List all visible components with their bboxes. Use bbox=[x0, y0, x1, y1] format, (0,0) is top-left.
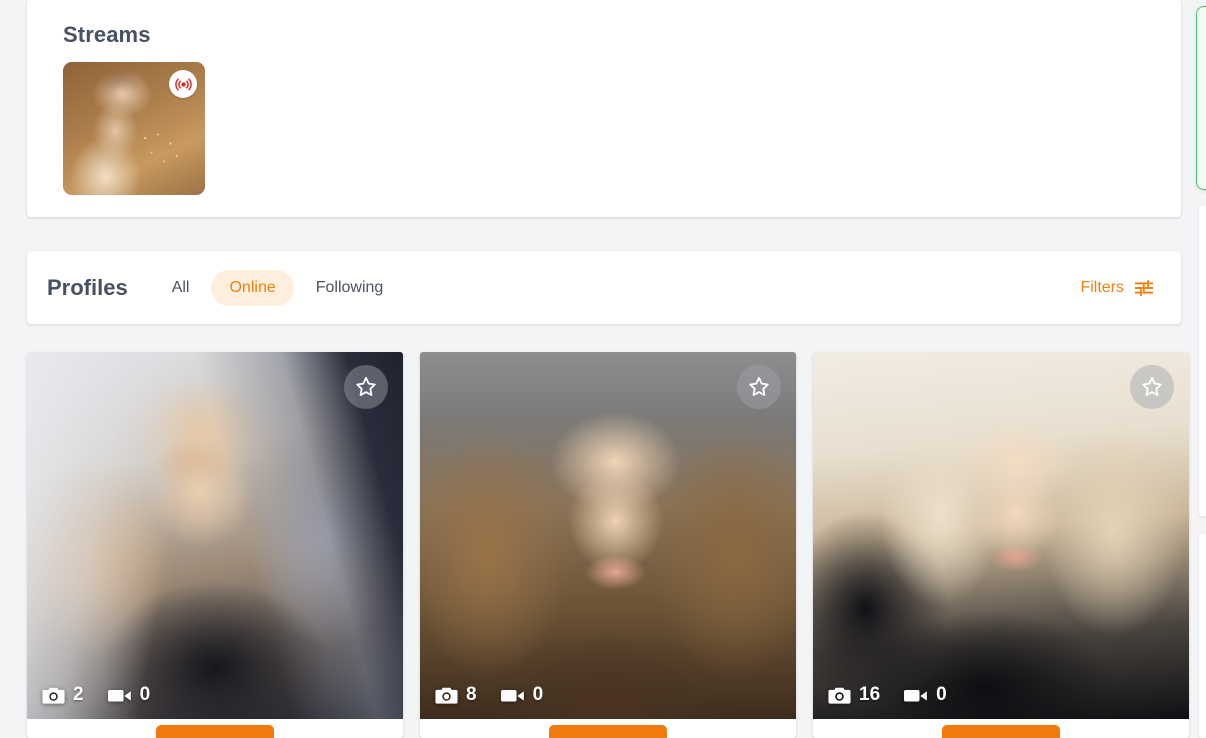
video-count-value: 0 bbox=[139, 684, 151, 705]
profile-media-counts: 16 0 bbox=[827, 684, 947, 706]
profile-cta-button[interactable] bbox=[942, 725, 1060, 738]
photo-count-value: 16 bbox=[859, 684, 881, 705]
profile-media-counts: 2 0 bbox=[41, 684, 150, 706]
profiles-grid: 2 0 8 0 16 0 bbox=[27, 352, 1189, 738]
camera-icon bbox=[828, 687, 851, 704]
profile-card-footer bbox=[813, 719, 1189, 738]
sliders-icon bbox=[1134, 279, 1154, 296]
photo-count-group: 16 bbox=[827, 684, 880, 706]
profile-media-counts: 8 0 bbox=[434, 684, 543, 706]
video-count-group: 0 bbox=[903, 684, 947, 706]
notification-toast[interactable] bbox=[1196, 6, 1206, 190]
tab-all[interactable]: All bbox=[154, 270, 208, 306]
profile-card[interactable]: 16 0 bbox=[813, 352, 1189, 738]
profile-card-footer bbox=[27, 719, 403, 738]
camera-icon bbox=[42, 687, 65, 704]
video-count-value: 0 bbox=[936, 684, 947, 705]
video-count-group: 0 bbox=[500, 684, 544, 706]
profile-photo-image bbox=[420, 352, 796, 719]
video-count-group: 0 bbox=[107, 684, 151, 706]
profile-cta-button[interactable] bbox=[549, 725, 667, 738]
profile-cta-button[interactable] bbox=[156, 725, 274, 738]
video-camera-icon bbox=[904, 689, 927, 701]
profile-photo-image bbox=[27, 352, 403, 719]
filters-button[interactable]: Filters bbox=[1080, 277, 1159, 299]
profiles-header-panel: Profiles All Online Following Filters bbox=[27, 251, 1181, 324]
star-outline-icon bbox=[749, 376, 769, 396]
app-page: Streams Profiles All Online Following Fi… bbox=[0, 0, 1206, 738]
streams-list bbox=[63, 62, 1161, 195]
favorite-button[interactable] bbox=[1130, 365, 1174, 409]
filters-button-label: Filters bbox=[1080, 278, 1124, 296]
right-sidebar-card-top[interactable] bbox=[1199, 206, 1206, 516]
favorite-button[interactable] bbox=[737, 365, 781, 409]
star-outline-icon bbox=[356, 376, 376, 396]
right-sidebar-card-bottom[interactable] bbox=[1199, 534, 1206, 738]
tab-following[interactable]: Following bbox=[298, 270, 402, 306]
profile-photo-image bbox=[813, 352, 1189, 719]
video-camera-icon bbox=[500, 689, 524, 701]
star-outline-icon bbox=[1142, 376, 1162, 396]
stream-thumbnail-card[interactable] bbox=[63, 62, 205, 195]
profile-card[interactable]: 8 0 bbox=[420, 352, 796, 738]
camera-icon bbox=[435, 687, 458, 704]
live-badge bbox=[169, 70, 197, 98]
main-content-column: Streams Profiles All Online Following Fi… bbox=[27, 0, 1181, 324]
profiles-tab-bar: All Online Following bbox=[154, 269, 402, 306]
broadcast-icon bbox=[174, 78, 192, 90]
favorite-button[interactable] bbox=[344, 365, 388, 409]
video-camera-icon bbox=[107, 689, 131, 701]
profile-photo[interactable]: 16 0 bbox=[813, 352, 1189, 719]
profile-photo[interactable]: 8 0 bbox=[420, 352, 796, 719]
photo-count-value: 8 bbox=[466, 684, 477, 705]
tab-online[interactable]: Online bbox=[211, 269, 294, 306]
profile-card-footer bbox=[420, 719, 796, 738]
photo-count-group: 2 bbox=[41, 684, 84, 706]
streams-panel: Streams bbox=[27, 0, 1181, 217]
video-count-value: 0 bbox=[532, 684, 544, 705]
profile-card[interactable]: 2 0 bbox=[27, 352, 403, 738]
photo-count-group: 8 bbox=[434, 684, 477, 706]
profile-photo[interactable]: 2 0 bbox=[27, 352, 403, 719]
photo-count-value: 2 bbox=[73, 684, 84, 705]
streams-title: Streams bbox=[63, 22, 151, 47]
profiles-title: Profiles bbox=[47, 274, 128, 300]
